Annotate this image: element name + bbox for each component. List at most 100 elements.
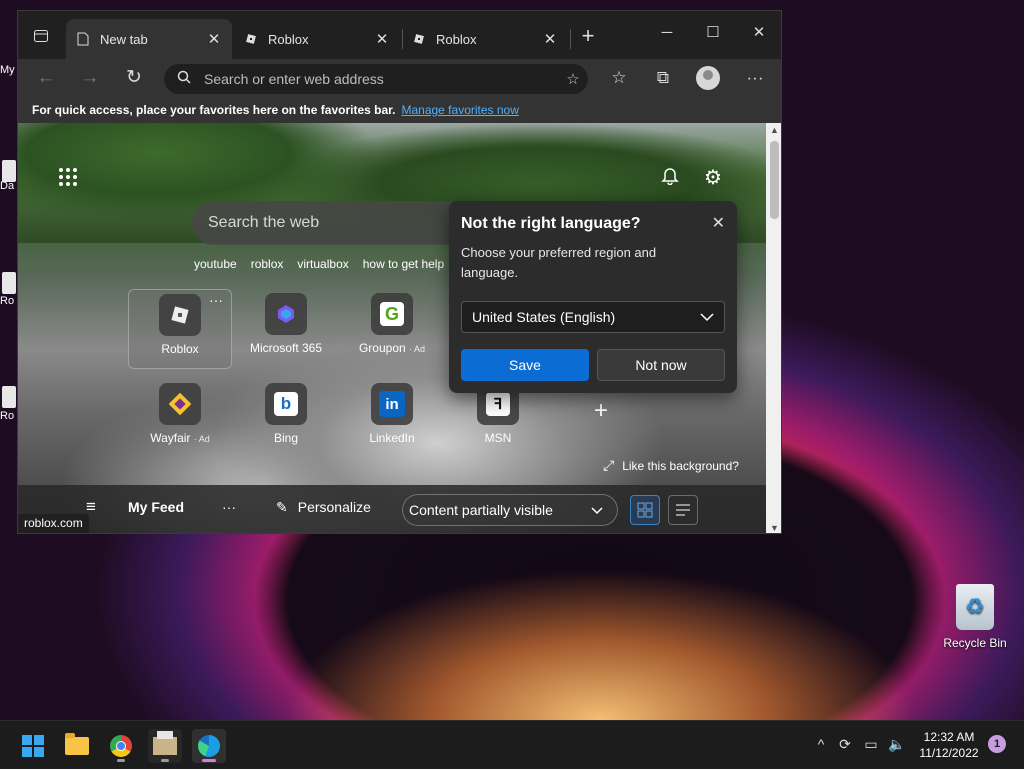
tab-roblox[interactable]: Roblox ✕ — [402, 19, 568, 59]
show-hidden-icons-chevron-icon[interactable]: ^ — [812, 735, 830, 753]
tab-new-tab[interactable]: New tab ✕ — [66, 19, 232, 59]
save-button[interactable]: Save — [461, 349, 589, 381]
bell-icon[interactable] — [658, 165, 682, 189]
trending-searches: youtube roblox virtualbox how to get hel… — [194, 257, 458, 271]
favorites-bar-message: For quick access, place your favorites h… — [32, 103, 396, 117]
chrome-button[interactable] — [104, 729, 138, 763]
search-chip[interactable]: youtube — [194, 257, 237, 271]
folder-icon — [65, 733, 89, 755]
search-chip[interactable]: virtualbox — [297, 257, 348, 271]
scroll-down-arrow[interactable]: ▼ — [766, 523, 781, 533]
favorites-icon[interactable]: ☆ — [604, 65, 634, 91]
desktop-icon-label-partial[interactable]: Da — [0, 180, 16, 192]
refresh-button[interactable]: ↻ — [120, 65, 148, 91]
close-window-button[interactable]: ✕ — [736, 21, 781, 45]
package-icon — [153, 731, 177, 755]
start-button[interactable] — [16, 729, 50, 763]
feed-more-icon[interactable]: ··· — [222, 499, 236, 515]
tile-more-icon[interactable]: ··· — [209, 292, 223, 308]
tab-label: New tab — [100, 31, 148, 47]
address-placeholder: Search or enter web address — [204, 71, 384, 87]
apps-launcher-icon[interactable] — [58, 167, 80, 189]
web-search-input[interactable]: Search the web — [192, 201, 492, 245]
close-tab-icon[interactable]: ✕ — [206, 30, 222, 48]
linkedin-icon: in — [371, 383, 413, 425]
grid-layout-icon — [637, 502, 653, 518]
quick-link-microsoft-365[interactable]: Microsoft 365 — [234, 289, 338, 369]
tile-label: LinkedIn — [369, 431, 415, 445]
minimize-button[interactable]: ─ — [644, 21, 690, 45]
system-clock[interactable]: 12:32 AM 11/12/2022 — [916, 729, 982, 761]
gear-icon[interactable]: ⚙ — [701, 165, 725, 189]
desktop-icon-label-partial[interactable]: Ro — [0, 410, 16, 422]
not-now-button[interactable]: Not now — [597, 349, 725, 381]
manage-favorites-link[interactable]: Manage favorites now — [401, 103, 518, 117]
profile-avatar[interactable] — [696, 66, 720, 90]
tab-roblox[interactable]: Roblox ✕ — [234, 19, 400, 59]
content-visibility-dropdown[interactable]: Content partially visible — [402, 494, 618, 526]
language-dialog: Not the right language? ✕ Choose your pr… — [449, 201, 737, 393]
desktop-icon-partial[interactable] — [2, 272, 16, 294]
windows-logo-icon — [22, 735, 44, 757]
personalize-button[interactable]: ✎ Personalize — [276, 499, 371, 516]
scroll-up-arrow[interactable]: ▲ — [766, 125, 781, 135]
like-background-label: Like this background? — [622, 459, 739, 473]
page-icon — [76, 32, 90, 46]
forward-button[interactable]: → — [76, 65, 104, 91]
back-button[interactable]: ← — [32, 65, 60, 91]
list-layout-button[interactable] — [668, 495, 698, 525]
vertical-scrollbar[interactable]: ▲ ▼ — [766, 123, 781, 533]
close-icon[interactable]: ✕ — [712, 213, 725, 233]
recycle-bin-label: Recycle Bin — [943, 636, 1007, 650]
recycle-bin[interactable]: Recycle Bin — [940, 580, 1010, 650]
bing-icon: b — [265, 383, 307, 425]
tile-label: Bing — [273, 431, 299, 445]
expand-icon: ⤢ — [603, 457, 615, 473]
collections-icon[interactable]: ⧉ — [648, 65, 678, 91]
feed-bar: ≡ My Feed ··· ✎ Personalize Content parti… — [18, 485, 766, 533]
language-select[interactable]: United States (English) — [461, 301, 725, 333]
quick-link-roblox[interactable]: ··· Roblox — [128, 289, 232, 369]
add-favorite-icon[interactable]: ☆ — [558, 70, 588, 88]
search-chip[interactable]: roblox — [251, 257, 284, 271]
scrollbar-thumb[interactable] — [770, 141, 779, 219]
add-shortcut-icon[interactable]: + — [594, 397, 608, 425]
address-bar[interactable]: Search or enter web address ☆ — [164, 64, 588, 94]
grid-layout-button[interactable] — [630, 495, 660, 525]
volume-icon[interactable]: 🔈 — [888, 735, 906, 753]
desktop-icon-partial[interactable] — [2, 386, 16, 408]
quick-link-linkedin[interactable]: in LinkedIn — [340, 379, 444, 459]
desktop-icon-label-partial[interactable]: Ro — [0, 295, 16, 307]
dialog-title: Not the right language? — [461, 215, 641, 232]
tab-separator — [570, 29, 571, 49]
wayfair-icon — [159, 383, 201, 425]
quick-link-bing[interactable]: b Bing — [234, 379, 338, 459]
like-background-link[interactable]: ⤢ Like this background? — [603, 457, 739, 474]
quick-link-wayfair[interactable]: Wayfair · Ad — [128, 379, 232, 459]
tab-actions-button[interactable] — [26, 23, 56, 49]
edge-button[interactable] — [192, 729, 226, 763]
clock-date: 11/12/2022 — [919, 746, 979, 760]
search-chip[interactable]: how to get help — [363, 257, 444, 271]
taskbar: ^ ⟳ ▭ 🔈 12:32 AM 11/12/2022 1 — [0, 720, 1024, 769]
content-visibility-value: Content partially visible — [409, 502, 553, 518]
file-explorer-button[interactable] — [60, 729, 94, 763]
more-menu-icon[interactable]: ··· — [740, 65, 770, 91]
desktop-icon-partial[interactable] — [2, 160, 16, 182]
status-url: roblox.com — [18, 514, 89, 533]
maximize-button[interactable]: ☐ — [690, 21, 736, 45]
notification-badge[interactable]: 1 — [988, 735, 1006, 753]
new-tab-button[interactable]: + — [576, 25, 600, 49]
sync-icon[interactable]: ⟳ — [836, 735, 854, 753]
quick-link-groupon[interactable]: G Groupon · Ad — [340, 289, 444, 369]
desktop-icon-label-partial[interactable]: My — [0, 64, 16, 76]
edge-icon — [198, 735, 220, 757]
roblox-icon — [159, 294, 201, 336]
my-feed-tab[interactable]: My Feed — [128, 499, 184, 515]
browser-window: New tab ✕ Roblox ✕ Roblox ✕ + ─ ☐ ✕ ← → … — [17, 10, 782, 534]
close-tab-icon[interactable]: ✕ — [374, 30, 390, 48]
close-tab-icon[interactable]: ✕ — [542, 30, 558, 48]
network-icon[interactable]: ▭ — [862, 735, 880, 753]
app-button[interactable] — [148, 729, 182, 763]
personalize-label: Personalize — [297, 499, 371, 515]
